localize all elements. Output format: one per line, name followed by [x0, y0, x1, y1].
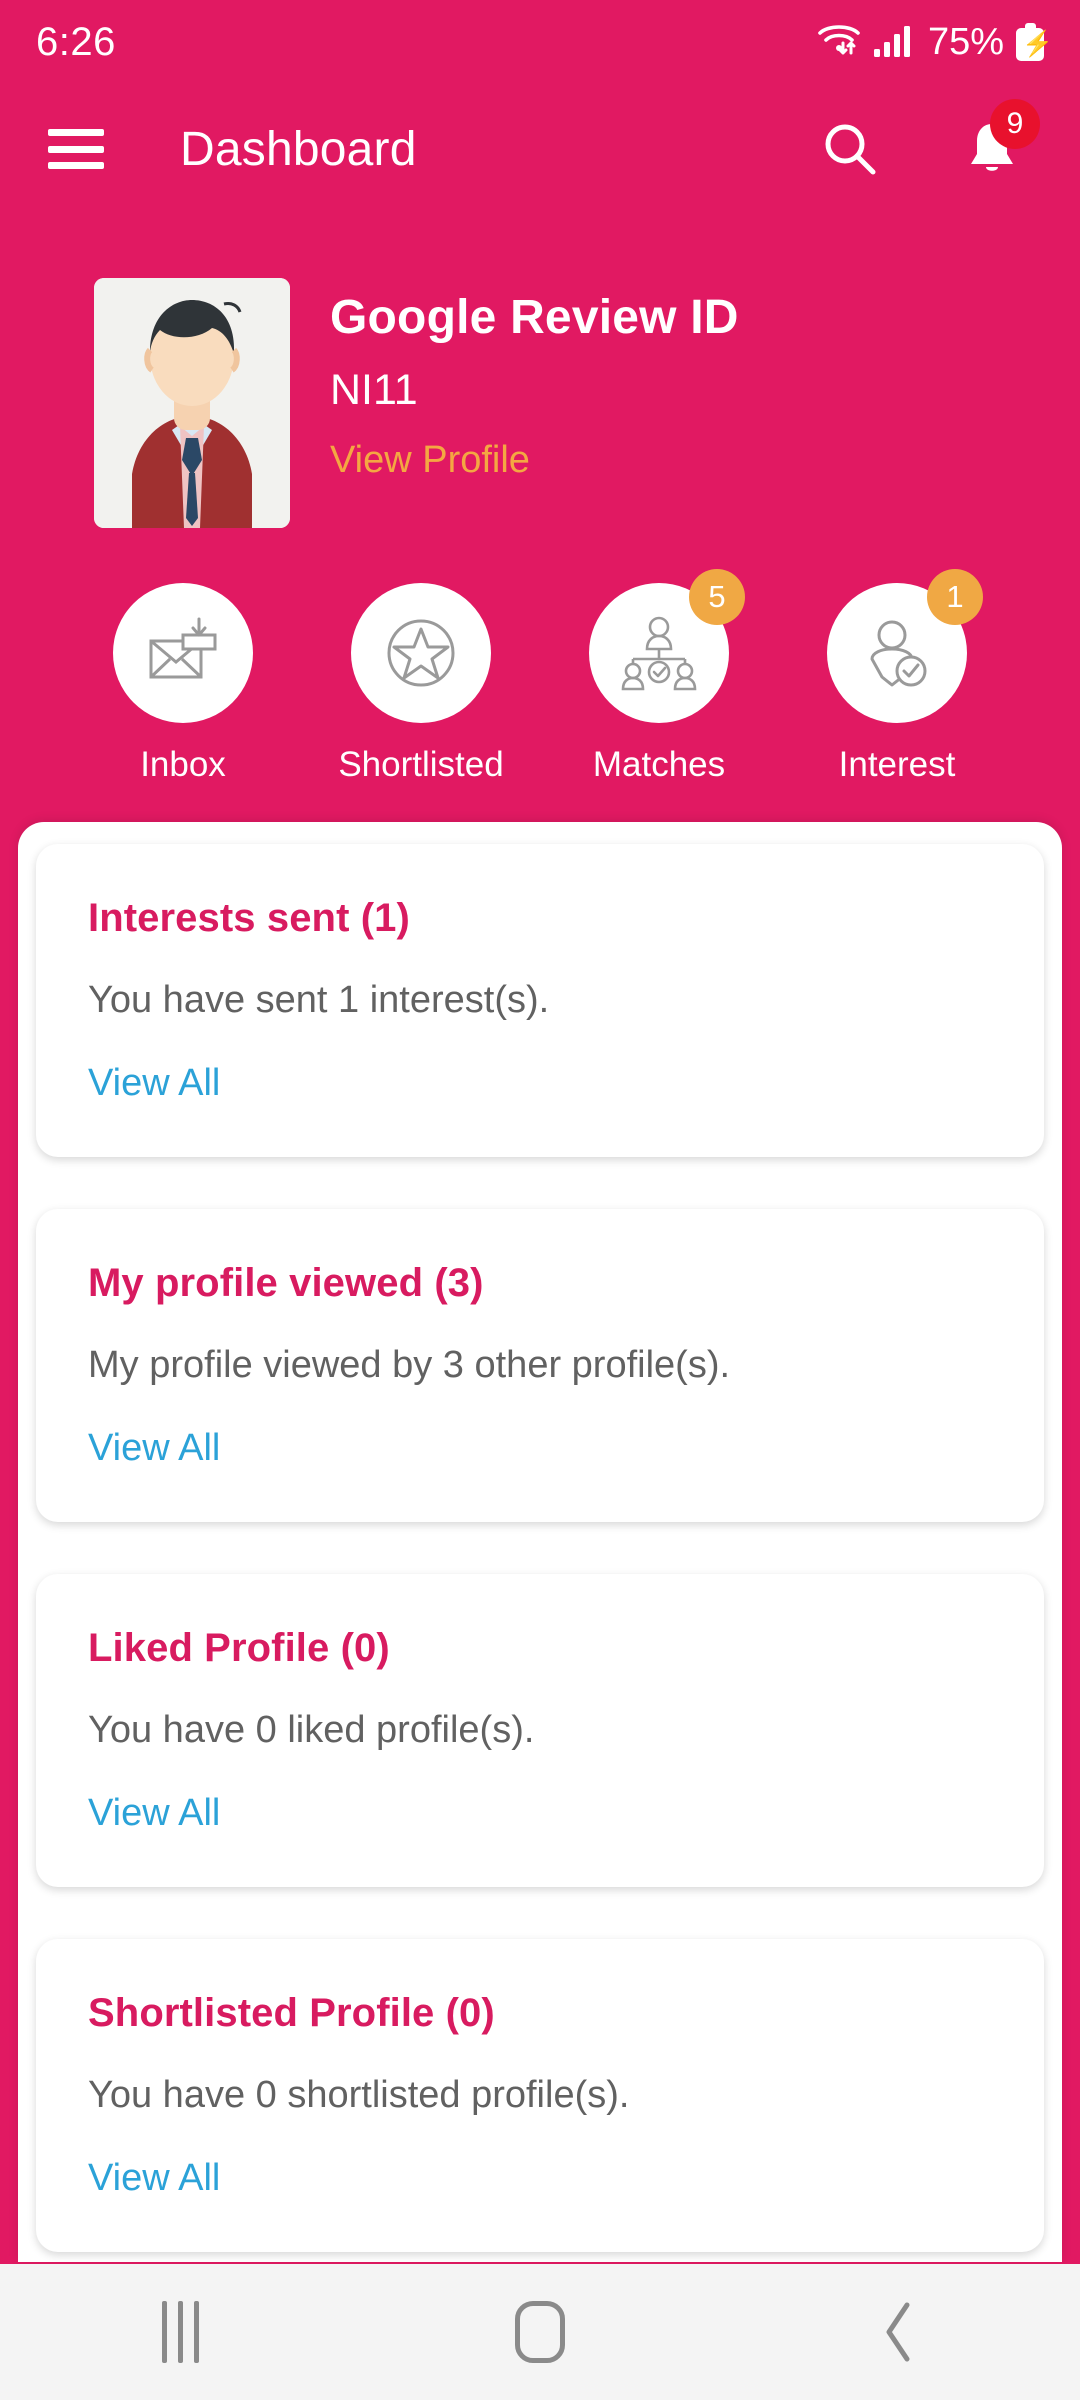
quick-action-matches[interactable]: 5 Matches [559, 569, 759, 785]
recents-icon [161, 2301, 199, 2363]
dashboard-content-panel: Interests sent (1) You have sent 1 inter… [18, 822, 1062, 2262]
app-bar-actions: 9 [818, 99, 1040, 181]
card-description: You have sent 1 interest(s). [88, 979, 550, 1021]
status-time: 6:26 [36, 19, 116, 64]
card-view-all-link[interactable]: View All [88, 1427, 220, 1470]
notifications-button[interactable]: 9 [960, 99, 1040, 181]
envelope-inbox-icon [149, 617, 217, 679]
wifi-icon [816, 21, 862, 64]
quick-action-interest[interactable]: 1 Interest [797, 569, 997, 785]
card-view-all-link[interactable]: View All [88, 1792, 220, 1835]
search-button[interactable] [818, 117, 882, 181]
card-title: My profile viewed (3) [88, 1261, 484, 1305]
status-bar: 6:26 75% ⚡ [0, 0, 1080, 84]
quick-action-badge: 1 [927, 569, 983, 625]
notification-badge: 9 [990, 99, 1040, 149]
search-icon [825, 124, 876, 175]
profile-name: Google Review ID [330, 291, 739, 344]
back-button[interactable] [800, 2264, 1000, 2400]
status-indicators: 75% ⚡ [816, 20, 1053, 64]
profile-id: NI11 [330, 365, 418, 414]
card-liked-profile[interactable]: Liked Profile (0) You have 0 liked profi… [36, 1574, 1044, 1887]
quick-action-badge: 5 [689, 569, 745, 625]
battery-charging-icon: ⚡ [1016, 23, 1053, 61]
page-title: Dashboard [180, 122, 417, 176]
card-description: You have 0 liked profile(s). [88, 1709, 535, 1751]
quick-actions-row: Inbox Shortlisted 5 Matches 1 Interest [0, 569, 1080, 785]
card-view-all-link[interactable]: View All [88, 1062, 220, 1105]
quick-action-shortlisted[interactable]: Shortlisted [321, 583, 521, 785]
recents-button[interactable] [80, 2264, 280, 2400]
card-title: Liked Profile (0) [88, 1626, 390, 1670]
battery-percent-label: 75% [927, 20, 1004, 63]
dashboard-card-list[interactable]: Interests sent (1) You have sent 1 inter… [18, 822, 1062, 2262]
card-description: You have 0 shortlisted profile(s). [88, 2074, 630, 2116]
card-title: Interests sent (1) [88, 896, 410, 940]
user-avatar-photo[interactable] [94, 278, 290, 528]
people-group-check-icon [621, 616, 697, 691]
card-my-profile-viewed[interactable]: My profile viewed (3) My profile viewed … [36, 1209, 1044, 1522]
back-chevron-icon [886, 2302, 910, 2362]
quick-action-inbox[interactable]: Inbox [83, 583, 283, 785]
profile-text-block: Google Review ID NI11 View Profile [330, 278, 739, 482]
card-interests-sent[interactable]: Interests sent (1) You have sent 1 inter… [36, 844, 1044, 1157]
android-navigation-bar [0, 2264, 1080, 2400]
quick-action-label: Interest [838, 745, 956, 784]
quick-action-label: Shortlisted [338, 745, 504, 784]
star-circle-icon [387, 619, 455, 687]
profile-summary: Google Review ID NI11 View Profile [0, 278, 1080, 528]
card-description: My profile viewed by 3 other profile(s). [88, 1344, 731, 1386]
card-shortlisted-profile[interactable]: Shortlisted Profile (0) You have 0 short… [36, 1939, 1044, 2252]
card-title: Shortlisted Profile (0) [88, 1991, 495, 2035]
phone-screen: 6:26 75% ⚡ Dashboard 9 Google Review ID … [0, 0, 1080, 2400]
hamburger-menu-icon[interactable] [48, 129, 104, 169]
home-icon [515, 2301, 565, 2363]
home-button[interactable] [440, 2264, 640, 2400]
quick-action-label: Inbox [140, 745, 226, 784]
cellular-signal-icon [872, 22, 912, 63]
person-check-icon [870, 620, 927, 687]
app-bar: Dashboard 9 [0, 84, 1080, 214]
card-view-all-link[interactable]: View All [88, 2157, 220, 2200]
quick-action-label: Matches [592, 745, 726, 784]
view-profile-link[interactable]: View Profile [330, 439, 739, 482]
